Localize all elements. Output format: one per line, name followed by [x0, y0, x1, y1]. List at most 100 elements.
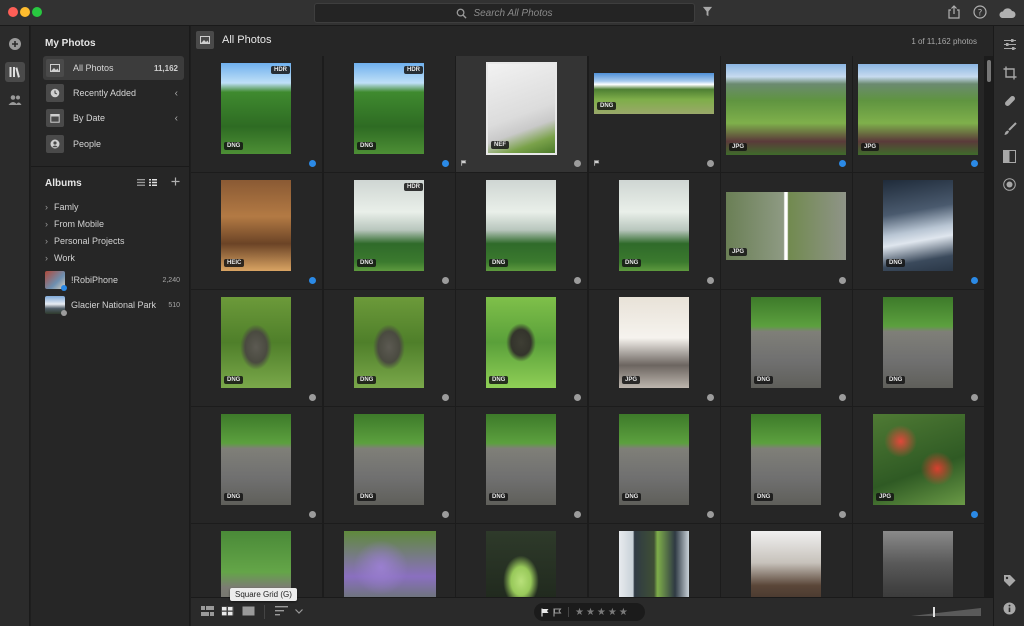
photo-thumbnail[interactable]: [221, 297, 291, 388]
radial-button[interactable]: [1001, 176, 1018, 193]
square-grid-view-icon[interactable]: [221, 606, 234, 616]
keywords-button[interactable]: [1001, 572, 1018, 589]
crop-button[interactable]: [1001, 64, 1018, 81]
sidebar-item-all-photos[interactable]: All Photos 11,162: [43, 56, 184, 80]
photo-thumbnail[interactable]: [619, 414, 689, 505]
photo-thumbnail[interactable]: [354, 414, 424, 505]
zoom-window-button[interactable]: [32, 7, 42, 17]
photo-thumbnail[interactable]: [751, 297, 821, 388]
share-icon[interactable]: [948, 5, 960, 19]
photo-tile[interactable]: [721, 524, 852, 597]
chevron-right-icon[interactable]: ›: [45, 236, 48, 246]
brush-button[interactable]: [1001, 120, 1018, 137]
photo-tile[interactable]: DNG: [721, 407, 852, 523]
photo-tile[interactable]: DNG: [589, 407, 720, 523]
photo-tile[interactable]: DNG: [324, 407, 455, 523]
photo-tile[interactable]: DNG: [589, 173, 720, 289]
photo-tile[interactable]: DNG: [324, 290, 455, 406]
photo-tile[interactable]: DNG: [589, 56, 720, 172]
photo-thumbnail[interactable]: [221, 414, 291, 505]
grid-view-icon[interactable]: [149, 179, 157, 186]
star-rating[interactable]: ★★★★★: [575, 607, 630, 618]
photo-thumbnail[interactable]: [221, 180, 291, 271]
photo-tile[interactable]: JPG: [721, 173, 852, 289]
sidebar-item-by-date[interactable]: By Date ‹: [43, 106, 184, 130]
album-folder-work[interactable]: › Work: [45, 253, 75, 263]
album-robiphone[interactable]: !RobiPhone 2,240: [45, 271, 190, 291]
photo-grid-view-icon[interactable]: [201, 606, 214, 616]
photo-thumbnail[interactable]: [883, 180, 953, 271]
filter-icon[interactable]: [702, 6, 713, 17]
detail-view-icon[interactable]: [242, 606, 255, 616]
photo-thumbnail[interactable]: [486, 180, 556, 271]
photo-tile[interactable]: DNG: [456, 173, 587, 289]
photo-thumbnail[interactable]: [354, 297, 424, 388]
photo-thumbnail[interactable]: [619, 297, 689, 388]
list-view-icon[interactable]: [137, 179, 145, 186]
photo-thumbnail[interactable]: [883, 297, 953, 388]
chevron-down-icon[interactable]: [295, 609, 303, 614]
album-folder-famly[interactable]: › Famly: [45, 202, 79, 212]
photo-thumbnail[interactable]: [486, 297, 556, 388]
info-button[interactable]: [1001, 600, 1018, 617]
photo-tile[interactable]: DNG: [853, 290, 984, 406]
album-glacier-national-park[interactable]: Glacier National Park 510: [45, 296, 190, 316]
cloud-icon[interactable]: [998, 7, 1016, 19]
close-window-button[interactable]: [8, 7, 18, 17]
photo-tile[interactable]: [191, 524, 322, 597]
photo-thumbnail[interactable]: [619, 531, 689, 597]
photo-tile[interactable]: HDR DNG: [191, 56, 322, 172]
photo-thumbnail[interactable]: [858, 64, 978, 155]
add-album-icon[interactable]: [171, 177, 180, 186]
chevron-right-icon[interactable]: ›: [45, 253, 48, 263]
photo-tile[interactable]: DNG: [456, 290, 587, 406]
pick-flag-icon[interactable]: [541, 608, 550, 617]
photo-tile[interactable]: [589, 524, 720, 597]
photo-tile[interactable]: JPG: [853, 56, 984, 172]
grid-scrollbar[interactable]: [985, 56, 993, 597]
shared-button[interactable]: [5, 90, 25, 110]
flag-icon[interactable]: [461, 160, 467, 166]
add-photos-button[interactable]: [5, 34, 25, 54]
help-icon[interactable]: ?: [973, 5, 987, 19]
photo-thumbnail[interactable]: [726, 64, 846, 155]
photo-thumbnail[interactable]: [354, 180, 424, 271]
thumbnail-size-slider[interactable]: [911, 607, 981, 617]
reject-flag-icon[interactable]: [553, 608, 562, 617]
photo-tile[interactable]: DNG: [456, 407, 587, 523]
photo-thumbnail[interactable]: [221, 63, 291, 154]
album-folder-from-mobile[interactable]: › From Mobile: [45, 219, 104, 229]
photo-tile[interactable]: DNG: [191, 290, 322, 406]
photo-tile[interactable]: HDR DNG: [324, 173, 455, 289]
photo-thumbnail[interactable]: [354, 63, 424, 154]
photo-tile[interactable]: HEIC: [191, 173, 322, 289]
photo-thumbnail[interactable]: [486, 414, 556, 505]
photo-tile[interactable]: JPG: [589, 290, 720, 406]
photo-tile[interactable]: NEF: [456, 56, 587, 172]
chevron-right-icon[interactable]: ›: [45, 219, 48, 229]
album-folder-personal-projects[interactable]: › Personal Projects: [45, 236, 125, 246]
sidebar-item-people[interactable]: People: [43, 132, 184, 156]
photo-tile[interactable]: JPG: [853, 407, 984, 523]
photo-tile[interactable]: [853, 524, 984, 597]
photo-thumbnail[interactable]: [873, 414, 965, 505]
photo-tile[interactable]: DNG: [853, 173, 984, 289]
chevron-right-icon[interactable]: ›: [45, 202, 48, 212]
photo-thumbnail[interactable]: [344, 531, 436, 597]
photo-tile[interactable]: [324, 524, 455, 597]
flag-icon[interactable]: [594, 160, 600, 166]
search-input[interactable]: Search All Photos: [314, 3, 695, 23]
photo-tile[interactable]: DNG: [191, 407, 322, 523]
photo-tile[interactable]: DNG: [721, 290, 852, 406]
chevron-left-icon[interactable]: ‹: [175, 88, 178, 99]
photo-tile[interactable]: JPG: [721, 56, 852, 172]
photo-thumbnail[interactable]: [486, 62, 557, 155]
photo-thumbnail[interactable]: [751, 531, 821, 597]
photo-tile[interactable]: [456, 524, 587, 597]
chevron-left-icon[interactable]: ‹: [175, 113, 178, 124]
minimize-window-button[interactable]: [20, 7, 30, 17]
photo-thumbnail[interactable]: [486, 531, 556, 597]
slider-handle[interactable]: [933, 607, 935, 617]
photo-tile[interactable]: HDR DNG: [324, 56, 455, 172]
sort-icon[interactable]: [275, 606, 288, 616]
